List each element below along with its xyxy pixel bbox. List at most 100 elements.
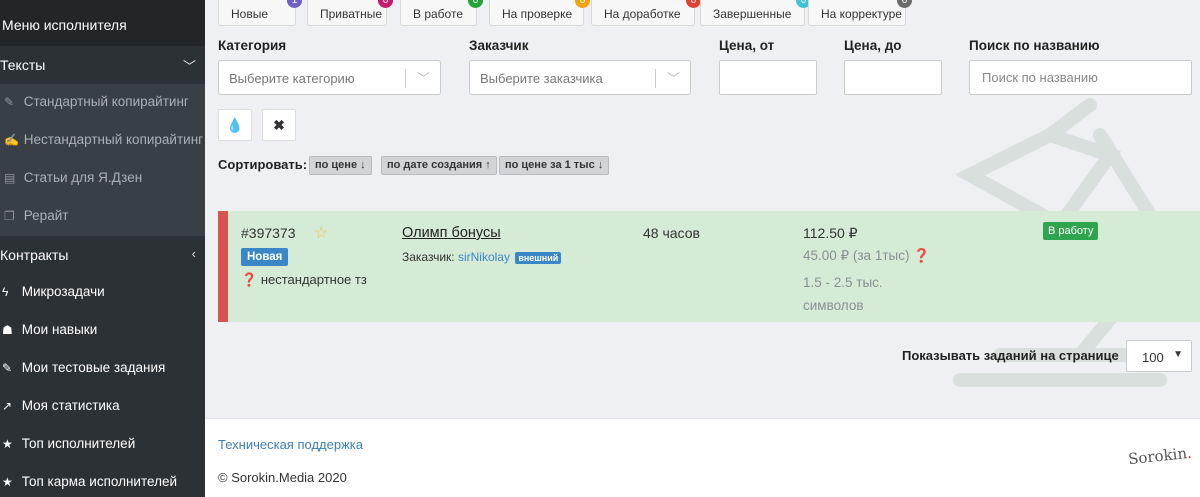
sidebar-item-top-performers[interactable]: ★ Топ исполнителей bbox=[0, 426, 205, 464]
users-icon: ☗ bbox=[2, 323, 13, 337]
question-icon: ❓ bbox=[241, 272, 258, 287]
task-title-link[interactable]: Олимп бонусы bbox=[402, 225, 501, 241]
sort-by-price-button[interactable]: по цене ↓ bbox=[309, 156, 372, 175]
edit-icon: ✍ bbox=[4, 133, 19, 147]
price-from-label: Цена, от bbox=[719, 38, 775, 53]
tab-completed[interactable]: Завершенные 0 bbox=[700, 0, 811, 26]
tab-label: На доработке bbox=[604, 7, 681, 21]
sidebar-item-label: Стандартный копирайтинг bbox=[23, 94, 189, 109]
count-badge: 1 bbox=[287, 0, 302, 8]
clear-filter-button[interactable]: ✖ bbox=[262, 109, 296, 141]
select-separator bbox=[655, 69, 656, 88]
sidebar-item-statistics[interactable]: ↗ Моя статистика bbox=[0, 388, 205, 426]
sort-by-price-per-k-button[interactable]: по цене за 1 тыс ↓ bbox=[499, 156, 610, 175]
sidebar: Меню исполнителя Тексты ﹀ ✎ Стандартный … bbox=[0, 0, 205, 497]
sidebar-item-skills[interactable]: ☗ Мои навыки bbox=[0, 312, 205, 350]
sidebar-item-label: Топ карма исполнителей bbox=[21, 474, 177, 489]
category-placeholder: Выберите категорию bbox=[229, 71, 355, 86]
tab-label: Завершенные bbox=[713, 7, 792, 21]
tab-new[interactable]: Новые 1 bbox=[218, 0, 302, 26]
customer-link[interactable]: sirNikolay bbox=[458, 250, 510, 264]
sidebar-item-yandex-zen[interactable]: ▤ Статьи для Я.Дзен bbox=[0, 160, 205, 198]
chevron-down-icon: ﹀ bbox=[666, 71, 680, 86]
external-badge: внешний bbox=[515, 252, 562, 264]
task-note-text: нестандартное тз bbox=[260, 272, 367, 287]
doc-icon: ▤ bbox=[4, 171, 16, 185]
category-select[interactable]: Выберите категорию ﹀ bbox=[218, 60, 441, 95]
tab-label: Приватные bbox=[320, 7, 383, 21]
chart-icon: ↗ bbox=[2, 399, 13, 413]
tab-review[interactable]: На проверке 0 bbox=[489, 0, 590, 26]
star-icon: ★ bbox=[2, 475, 13, 489]
sidebar-item-test-tasks[interactable]: ✎ Мои тестовые задания bbox=[0, 350, 205, 388]
sidebar-item-label: Мои тестовые задания bbox=[21, 360, 166, 375]
category-label: Категория bbox=[218, 38, 287, 53]
sort-by-date-button[interactable]: по дате создания ↑ bbox=[381, 156, 497, 175]
select-separator bbox=[405, 69, 406, 88]
task-card[interactable]: #397373 ☆ Новая ❓ нестандартное тз Олимп… bbox=[218, 211, 1200, 322]
sidebar-section-texts[interactable]: Тексты ﹀ bbox=[0, 46, 205, 84]
footer: Техническая поддержка © Sorokin.Media 20… bbox=[205, 418, 1200, 497]
take-task-button[interactable]: В работу bbox=[1043, 222, 1099, 240]
brand-logo: Sorokin. bbox=[1127, 443, 1193, 469]
sidebar-item-label: Мои навыки bbox=[21, 322, 98, 337]
task-id: #397373 bbox=[241, 225, 296, 241]
customer-label: Заказчик bbox=[469, 38, 529, 53]
tab-label: На корректуре bbox=[821, 7, 902, 21]
per-page-select[interactable]: 100 ▼ bbox=[1126, 340, 1192, 372]
sidebar-title: Меню исполнителя bbox=[0, 0, 205, 46]
price-to-input[interactable] bbox=[844, 60, 942, 95]
price-to-label: Цена, до bbox=[844, 38, 902, 53]
pencil-icon: ✎ bbox=[2, 361, 13, 375]
customer-placeholder: Выберите заказчика bbox=[480, 71, 603, 86]
sidebar-item-top-karma[interactable]: ★ Топ карма исполнителей bbox=[0, 464, 205, 497]
sidebar-item-microtasks[interactable]: ϟ Микрозадачи bbox=[0, 274, 205, 312]
customer-select[interactable]: Выберите заказчика ﹀ bbox=[469, 60, 691, 95]
price-per-k-text: 45.00 ₽ (за 1тыс) bbox=[803, 248, 910, 263]
filter-icon: 💧 bbox=[226, 117, 244, 133]
price-from-input[interactable] bbox=[719, 60, 817, 95]
tab-in-progress[interactable]: В работе 0 bbox=[400, 0, 483, 26]
tab-private[interactable]: Приватные 0 bbox=[307, 0, 393, 26]
close-icon: ✖ bbox=[273, 117, 285, 133]
count-badge: 0 bbox=[686, 0, 701, 8]
chevron-down-icon: ﹀ bbox=[182, 59, 196, 74]
sidebar-section-label: Тексты bbox=[0, 57, 46, 73]
task-note: ❓ нестандартное тз bbox=[241, 272, 367, 288]
tab-rework[interactable]: На доработке 0 bbox=[591, 0, 701, 26]
search-input[interactable] bbox=[969, 60, 1192, 95]
task-price-per-k: 45.00 ₽ (за 1тыс) ❓ bbox=[803, 248, 930, 264]
task-deadline: 48 часов bbox=[643, 225, 700, 241]
tab-label: Новые bbox=[231, 7, 269, 21]
sidebar-item-label: Рерайт bbox=[23, 208, 69, 223]
help-icon[interactable]: ❓ bbox=[913, 248, 930, 263]
count-badge: 0 bbox=[468, 0, 483, 8]
logo-text: Sorokin bbox=[1127, 444, 1189, 469]
sidebar-section-contracts[interactable]: Контракты ‹ bbox=[0, 236, 205, 274]
sidebar-section-label: Контракты bbox=[0, 247, 69, 263]
count-badge: 0 bbox=[575, 0, 590, 8]
status-badge: Новая bbox=[241, 248, 289, 266]
copyright: © Sorokin.Media 2020 bbox=[218, 470, 347, 485]
search-label: Поиск по названию bbox=[969, 38, 1100, 53]
sidebar-item-standard-copywriting[interactable]: ✎ Стандартный копирайтинг bbox=[0, 84, 205, 122]
apply-filter-button[interactable]: 💧 bbox=[218, 109, 252, 141]
support-link[interactable]: Техническая поддержка bbox=[218, 437, 363, 452]
per-page-value: 100 bbox=[1142, 350, 1164, 365]
sidebar-item-rewrite[interactable]: ❐ Рерайт bbox=[0, 198, 205, 236]
bolt-icon: ϟ bbox=[2, 285, 9, 299]
sidebar-item-label: Микрозадачи bbox=[21, 284, 105, 299]
sidebar-item-nonstandard-copywriting[interactable]: ✍ Нестандартный копирайтинг bbox=[0, 122, 205, 160]
star-icon: ★ bbox=[2, 437, 13, 451]
pencil-icon: ✎ bbox=[4, 95, 15, 109]
tab-proofreading[interactable]: На корректуре 0 bbox=[808, 0, 912, 26]
chevron-down-icon: ﹀ bbox=[416, 71, 430, 86]
sidebar-item-label: Статьи для Я.Дзен bbox=[23, 170, 143, 185]
sidebar-item-label: Нестандартный копирайтинг bbox=[23, 132, 204, 147]
copy-icon: ❐ bbox=[4, 209, 15, 223]
per-page-label: Показывать заданий на странице bbox=[902, 348, 1119, 363]
sidebar-item-label: Топ исполнителей bbox=[21, 436, 136, 451]
task-customer: Заказчик: sirNikolay внешний bbox=[402, 250, 562, 264]
tab-label: В работе bbox=[413, 7, 464, 21]
favorite-star-icon[interactable]: ☆ bbox=[314, 223, 328, 243]
